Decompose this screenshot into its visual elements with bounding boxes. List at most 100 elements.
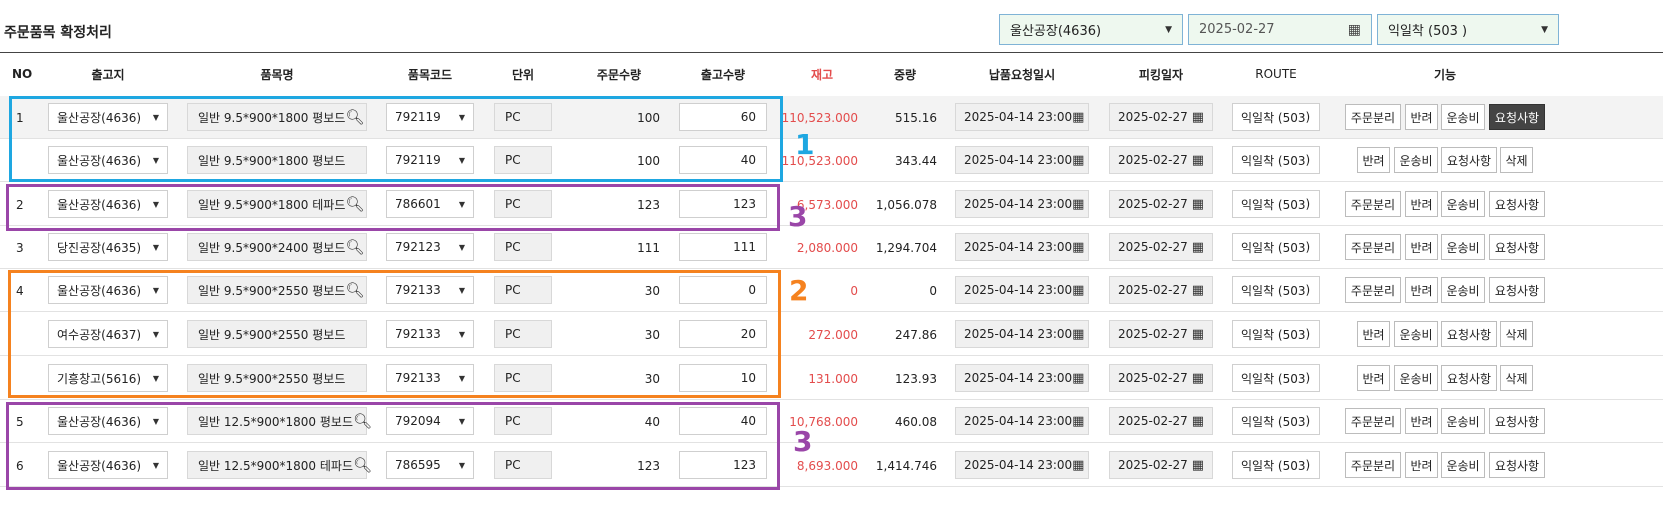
freight-button[interactable]: 운송비 [1441,277,1485,303]
ship-qty-input[interactable]: 123 [679,190,767,218]
picking-date-field[interactable]: 2025-02-27 ▦ [1109,320,1213,348]
route-field[interactable]: 익일착 (503 ) [1232,190,1320,218]
split-order-button[interactable]: 주문분리 [1345,104,1401,130]
return-button[interactable]: 반려 [1405,104,1438,130]
freight-button[interactable]: 운송비 [1441,452,1485,478]
warehouse-select[interactable]: 울산공장(4636) ▼ [48,276,168,304]
item-code-select[interactable]: 792123 ▼ [386,233,474,261]
freight-button[interactable]: 운송비 [1441,104,1485,130]
return-button[interactable]: 반려 [1405,408,1438,434]
item-code-select[interactable]: 792119 ▼ [386,103,474,131]
ship-qty-input[interactable]: 0 [679,276,767,304]
delivery-request-field[interactable]: 2025-04-14 23:00 ▦ [955,320,1089,348]
calendar-icon[interactable]: ▦ [1192,371,1204,386]
ship-qty-input[interactable]: 111 [679,233,767,261]
route-field[interactable]: 익일착 (503 ) [1232,276,1320,304]
delivery-request-field[interactable]: 2025-04-14 23:00 ▦ [955,146,1089,174]
warehouse-select[interactable]: 울산공장(4636) ▼ [48,190,168,218]
return-button[interactable]: 반려 [1405,191,1438,217]
calendar-icon[interactable]: ▦ [1072,371,1084,386]
delete-button[interactable]: 삭제 [1500,365,1533,391]
warehouse-select[interactable]: 여수공장(4637) ▼ [48,320,168,348]
item-code-select[interactable]: 786601 ▼ [386,190,474,218]
route-field[interactable]: 익일착 (503 ) [1232,103,1320,131]
warehouse-select[interactable]: 당진공장(4635) ▼ [48,233,168,261]
item-code-select[interactable]: 792119 ▼ [386,146,474,174]
delivery-request-field[interactable]: 2025-04-14 23:00 ▦ [955,103,1089,131]
picking-date-field[interactable]: 2025-02-27 ▦ [1109,146,1213,174]
route-field[interactable]: 익일착 (503 ) [1232,451,1320,479]
item-name-field[interactable]: 일반 9.5*900*2550 평보드 [187,320,367,348]
return-button[interactable]: 반려 [1357,365,1390,391]
calendar-icon[interactable]: ▦ [1192,110,1204,125]
search-icon[interactable]: 🔍︎ [345,195,364,213]
route-field[interactable]: 익일착 (503 ) [1232,364,1320,392]
calendar-icon[interactable]: ▦ [1192,240,1204,255]
route-select[interactable]: 익일착 (503 ) ▼ [1377,14,1559,45]
freight-button[interactable]: 운송비 [1441,191,1485,217]
calendar-icon[interactable]: ▦ [1072,327,1084,342]
search-icon[interactable]: 🔍︎ [345,281,364,299]
request-button[interactable]: 요청사항 [1489,408,1545,434]
item-name-field[interactable]: 일반 12.5*900*1800 테파드 🔍︎ [187,451,372,479]
item-name-field[interactable]: 일반 9.5*900*2400 평보드 🔍︎ [187,233,367,261]
calendar-icon[interactable]: ▦ [1072,283,1084,298]
request-button[interactable]: 요청사항 [1489,234,1545,260]
freight-button[interactable]: 운송비 [1441,408,1485,434]
calendar-icon[interactable]: ▦ [1192,414,1204,429]
warehouse-select[interactable]: 울산공장(4636) ▼ [48,407,168,435]
item-code-select[interactable]: 792133 ▼ [386,364,474,392]
calendar-icon[interactable]: ▦ [1192,327,1204,342]
split-order-button[interactable]: 주문분리 [1345,408,1401,434]
picking-date-field[interactable]: 2025-02-27 ▦ [1109,233,1213,261]
request-button[interactable]: 요청사항 [1489,277,1545,303]
calendar-icon[interactable]: ▦ [1072,153,1084,168]
return-button[interactable]: 반려 [1357,147,1390,173]
route-field[interactable]: 익일착 (503 ) [1232,146,1320,174]
calendar-icon[interactable]: ▦ [1192,153,1204,168]
return-button[interactable]: 반려 [1405,234,1438,260]
freight-button[interactable]: 운송비 [1394,365,1438,391]
ship-qty-input[interactable]: 40 [679,407,767,435]
delivery-request-field[interactable]: 2025-04-14 23:00 ▦ [955,276,1089,304]
request-button[interactable]: 요청사항 [1489,104,1545,130]
request-button[interactable]: 요청사항 [1489,452,1545,478]
freight-button[interactable]: 운송비 [1394,321,1438,347]
warehouse-select[interactable]: 울산공장(4636) ▼ [48,146,168,174]
request-button[interactable]: 요청사항 [1489,191,1545,217]
item-code-select[interactable]: 786595 ▼ [386,451,474,479]
item-code-select[interactable]: 792094 ▼ [386,407,474,435]
delivery-request-field[interactable]: 2025-04-14 23:00 ▦ [955,364,1089,392]
request-button[interactable]: 요청사항 [1441,365,1497,391]
split-order-button[interactable]: 주문분리 [1345,452,1401,478]
item-code-select[interactable]: 792133 ▼ [386,320,474,348]
ship-qty-input[interactable]: 20 [679,320,767,348]
delivery-request-field[interactable]: 2025-04-14 23:00 ▦ [955,407,1089,435]
split-order-button[interactable]: 주문분리 [1345,277,1401,303]
ship-qty-input[interactable]: 60 [679,103,767,131]
calendar-icon[interactable]: ▦ [1072,110,1084,125]
return-button[interactable]: 반려 [1405,277,1438,303]
ship-qty-input[interactable]: 40 [679,146,767,174]
route-field[interactable]: 익일착 (503 ) [1232,320,1320,348]
calendar-icon[interactable]: ▦ [1072,458,1084,473]
item-name-field[interactable]: 일반 9.5*900*1800 평보드 [187,146,367,174]
request-button[interactable]: 요청사항 [1441,321,1497,347]
calendar-icon[interactable]: ▦ [1072,240,1084,255]
calendar-icon[interactable]: ▦ [1072,197,1084,212]
calendar-icon[interactable]: ▦ [1192,197,1204,212]
route-field[interactable]: 익일착 (503 ) [1232,233,1320,261]
delivery-request-field[interactable]: 2025-04-14 23:00 ▦ [955,190,1089,218]
picking-date-field[interactable]: 2025-02-27 ▦ [1109,276,1213,304]
picking-date-field[interactable]: 2025-02-27 ▦ [1109,451,1213,479]
delete-button[interactable]: 삭제 [1500,321,1533,347]
freight-button[interactable]: 운송비 [1394,147,1438,173]
warehouse-select[interactable]: 울산공장(4636) ▼ [48,103,168,131]
item-name-field[interactable]: 일반 9.5*900*2550 평보드 [187,364,367,392]
item-name-field[interactable]: 일반 9.5*900*1800 평보드 🔍︎ [187,103,367,131]
search-icon[interactable]: 🔍︎ [353,412,372,430]
item-name-field[interactable]: 일반 12.5*900*1800 평보드 🔍︎ [187,407,372,435]
calendar-icon[interactable]: ▦ [1348,22,1361,38]
ship-qty-input[interactable]: 123 [679,451,767,479]
picking-date-field[interactable]: 2025-02-27 ▦ [1109,190,1213,218]
